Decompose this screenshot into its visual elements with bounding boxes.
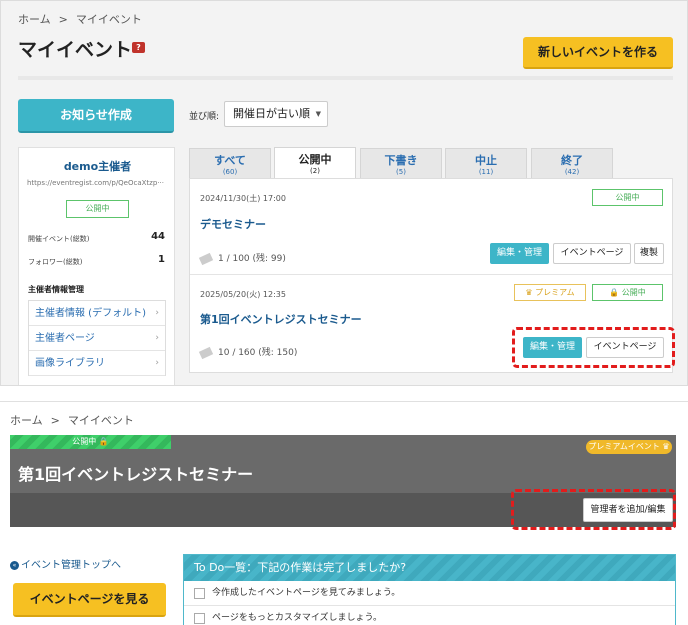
back-to-manage-top-link[interactable]: «イベント管理トップへ — [10, 556, 121, 571]
todo-list: To Do一覧：下記の作業は完了しましたか? 今作成したイベントページを見てみま… — [183, 554, 676, 625]
todo-header: To Do一覧：下記の作業は完了しましたか? — [184, 555, 675, 581]
organizer-section-title: 主催者情報管理 — [28, 285, 84, 294]
organizer-menu-item-page[interactable]: 主催者ページ › — [29, 326, 165, 351]
event-title[interactable]: デモセミナー — [200, 216, 266, 232]
sort-selected-value: 開催日が古い順 — [233, 107, 310, 120]
breadcrumb-home[interactable]: ホーム — [18, 13, 51, 26]
event-status-badge: 公開中 — [592, 189, 663, 206]
tab-cancelled[interactable]: 中止 (11) — [445, 148, 527, 178]
tab-published[interactable]: 公開中 (2) — [274, 147, 356, 179]
chevron-right-icon: › — [155, 358, 159, 368]
premium-event-badge: プレミアムイベント ♛ — [586, 440, 672, 454]
back-arrow-icon: « — [10, 561, 19, 570]
ticket-icon — [198, 346, 214, 359]
event-date: 2025/05/20(火) 12:35 — [200, 290, 286, 299]
breadcrumb-current: マイイベント — [75, 13, 142, 26]
followers-count: 1 — [158, 254, 165, 265]
organizer-menu-item-images[interactable]: 画像ライブラリ › — [29, 351, 165, 376]
breadcrumb-separator: > — [58, 13, 68, 26]
create-event-button[interactable]: 新しいイベントを作る — [523, 37, 673, 69]
event-row: 2024/11/30(土) 17:00 公開中 デモセミナー 1 / 100 (… — [190, 179, 672, 275]
edit-manage-button[interactable]: 編集・管理 — [490, 243, 549, 264]
view-event-page-button[interactable]: イベントページを見る — [13, 583, 166, 617]
checkbox[interactable] — [194, 588, 205, 599]
event-title: 第1回イベントレジストセミナー — [18, 465, 254, 484]
premium-badge: ♛ プレミアム — [514, 284, 586, 301]
organizer-url[interactable]: https://eventregist.com/p/QeOcaXtzp··· — [27, 179, 167, 187]
events-count-label: 開催イベント(総数) — [28, 235, 90, 243]
organizer-status-badge: 公開中 — [66, 200, 129, 218]
event-status-badge: 🔒 公開中 — [592, 284, 663, 301]
breadcrumb-current[interactable]: マイイベント — [68, 414, 134, 427]
organizer-card: demo主催者 https://eventregist.com/p/QeOcaX… — [18, 147, 176, 385]
help-icon[interactable]: ? — [132, 42, 145, 53]
crown-icon: ♛ — [659, 442, 670, 451]
events-count: 44 — [151, 231, 165, 242]
event-manage-screenshot: ホーム > マイイベント 公開中 🔒 プレミアムイベント ♛ 第1回イベントレジスト… — [0, 401, 688, 625]
breadcrumb-separator: > — [50, 414, 60, 427]
highlight-box — [511, 489, 676, 530]
create-news-button[interactable]: お知らせ作成 — [18, 99, 174, 133]
lock-icon: 🔒 — [609, 288, 622, 297]
organizer-menu: 主催者情報 (デフォルト) › 主催者ページ › 画像ライブラリ › — [28, 300, 166, 376]
breadcrumb: ホーム > マイイベント — [10, 412, 134, 428]
chevron-right-icon: › — [155, 308, 159, 318]
tab-ended[interactable]: 終了 (42) — [531, 148, 613, 178]
organizer-menu-item-info[interactable]: 主催者情報 (デフォルト) › — [29, 301, 165, 326]
divider — [18, 76, 673, 80]
breadcrumb: ホーム > マイイベント — [18, 11, 142, 27]
todo-item[interactable]: ページをもっとカスタマイズしましょう。 — [184, 606, 675, 625]
chevron-right-icon: › — [155, 333, 159, 343]
event-page-button[interactable]: イベントページ — [553, 243, 631, 264]
event-title[interactable]: 第1回イベントレジストセミナー — [200, 311, 362, 327]
event-date: 2024/11/30(土) 17:00 — [200, 194, 286, 203]
duplicate-button[interactable]: 複製 — [634, 243, 664, 264]
my-events-screenshot: ホーム > マイイベント マイイベント ? 新しいイベントを作る お知らせ作成 並び… — [0, 0, 688, 386]
status-bar: 公開中 🔒 — [10, 435, 171, 449]
highlight-box — [512, 327, 675, 368]
organizer-name[interactable]: demo主催者 — [19, 158, 176, 174]
ticket-icon — [198, 252, 214, 265]
followers-count-label: フォロワー(総数) — [28, 258, 83, 266]
breadcrumb-home[interactable]: ホーム — [10, 414, 43, 427]
tab-all[interactable]: すべて (60) — [189, 148, 271, 178]
page-title: マイイベント — [18, 39, 133, 61]
dropdown-arrow-icon: ▼ — [315, 110, 321, 118]
tab-drafts[interactable]: 下書き (5) — [360, 148, 442, 178]
event-capacity: 1 / 100 (残: 99) — [198, 251, 286, 265]
lock-icon: 🔒 — [96, 437, 109, 446]
event-capacity: 10 / 160 (残: 150) — [198, 345, 297, 359]
checkbox[interactable] — [194, 613, 205, 624]
crown-icon: ♛ — [525, 288, 536, 297]
todo-item[interactable]: 今作成したイベントページを見てみましょう。 — [184, 581, 675, 606]
sort-label: 並び順: — [189, 112, 220, 122]
sort-select[interactable]: 開催日が古い順 ▼ — [224, 101, 328, 127]
